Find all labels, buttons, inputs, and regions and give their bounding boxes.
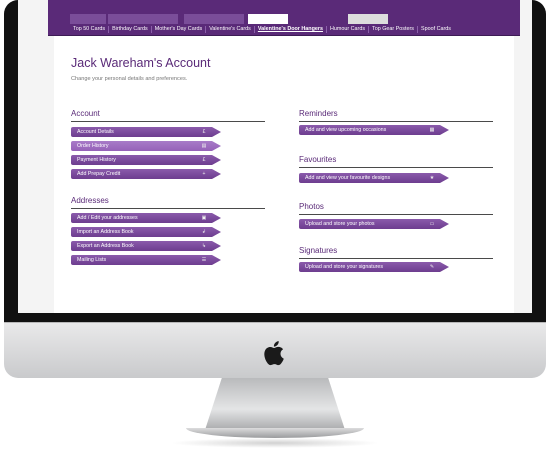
account-divider — [71, 121, 265, 122]
top-tab[interactable] — [108, 14, 178, 24]
star-icon: ★ — [429, 175, 435, 181]
add-edit-addresses-label: Add / Edit your addresses — [77, 215, 138, 221]
reminders-heading: Reminders — [299, 109, 338, 118]
account-details-button[interactable]: Account Details £ — [71, 127, 221, 137]
add-prepay-credit-button[interactable]: Add Prepay Credit + — [71, 169, 221, 179]
list-icon: ☰ — [201, 257, 207, 263]
category-link-mothers-day-cards[interactable]: Mother's Day Cards — [152, 26, 207, 33]
monitor-shadow — [170, 438, 380, 448]
export-address-book-button[interactable]: Export an Address Book ↳ — [71, 241, 221, 251]
category-link-top-gear-posters[interactable]: Top Gear Posters — [369, 26, 418, 33]
top-tab[interactable] — [184, 14, 244, 24]
upcoming-occasions-button[interactable]: Add and view upcoming occasions ▦ — [299, 125, 449, 135]
document-icon: ▤ — [201, 143, 207, 149]
upload-signatures-button[interactable]: Upload and store your signatures ✎ — [299, 262, 449, 272]
addresses-heading: Addresses — [71, 196, 109, 205]
export-icon: ↳ — [201, 243, 207, 249]
payment-history-label: Payment History — [77, 157, 116, 163]
export-address-book-label: Export an Address Book — [77, 243, 134, 249]
monitor-foot — [186, 428, 364, 438]
signatures-divider — [299, 258, 493, 259]
favourite-designs-button[interactable]: Add and view your favourite designs ★ — [299, 173, 449, 183]
top-search-box[interactable] — [248, 14, 288, 24]
order-history-label: Order History — [77, 143, 109, 149]
top-tab[interactable] — [348, 14, 388, 24]
category-navigation: Top 50 Cards Birthday Cards Mother's Day… — [48, 24, 520, 36]
add-prepay-credit-label: Add Prepay Credit — [77, 171, 121, 177]
mailing-lists-button[interactable]: Mailing Lists ☰ — [71, 255, 221, 265]
favourites-divider — [299, 167, 493, 168]
import-icon: ↲ — [201, 229, 207, 235]
category-link-valentines-door-hangers[interactable]: Valentine's Door Hangers — [255, 26, 327, 33]
import-address-book-label: Import an Address Book — [77, 229, 134, 235]
reminders-divider — [299, 121, 493, 122]
import-address-book-button[interactable]: Import an Address Book ↲ — [71, 227, 221, 237]
upcoming-occasions-label: Add and view upcoming occasions — [305, 127, 387, 133]
top-navigation-bar — [48, 0, 520, 24]
account-page: Jack Wareham's Account Change your perso… — [54, 36, 514, 313]
payment-history-button[interactable]: Payment History £ — [71, 155, 221, 165]
category-link-valentines-cards[interactable]: Valentine's Cards — [206, 26, 255, 33]
add-edit-addresses-button[interactable]: Add / Edit your addresses ▣ — [71, 213, 221, 223]
top-tab[interactable] — [70, 14, 106, 24]
calendar-icon: ▦ — [429, 127, 435, 133]
photos-divider — [299, 214, 493, 215]
upload-photos-button[interactable]: Upload and store your photos ▭ — [299, 219, 449, 229]
account-heading: Account — [71, 109, 100, 118]
category-link-top-50-cards[interactable]: Top 50 Cards — [70, 26, 110, 33]
category-link-birthday-cards[interactable]: Birthday Cards — [109, 26, 152, 33]
pound-document-icon: £ — [202, 157, 206, 163]
addresses-divider — [71, 208, 265, 209]
favourites-heading: Favourites — [299, 155, 337, 164]
pen-icon: ✎ — [429, 264, 435, 270]
signatures-heading: Signatures — [299, 246, 338, 255]
category-link-humour-cards[interactable]: Humour Cards — [327, 26, 370, 33]
pound-icon: £ — [202, 129, 206, 135]
account-details-label: Account Details — [77, 129, 114, 135]
add-credit-icon: + — [202, 171, 206, 177]
monitor-stand — [205, 378, 345, 430]
category-link-spoof-cards[interactable]: Spoof Cards — [418, 26, 454, 33]
upload-photos-label: Upload and store your photos — [305, 221, 375, 227]
page-title: Jack Wareham's Account — [71, 56, 211, 70]
order-history-button[interactable]: Order History ▤ — [71, 141, 221, 151]
photo-icon: ▭ — [429, 221, 435, 227]
address-card-icon: ▣ — [201, 215, 207, 221]
photos-heading: Photos — [299, 202, 324, 211]
upload-signatures-label: Upload and store your signatures — [305, 264, 384, 270]
favourite-designs-label: Add and view your favourite designs — [305, 175, 391, 181]
page-subtitle: Change your personal details and prefere… — [71, 76, 188, 82]
apple-logo-icon — [264, 341, 284, 366]
mailing-lists-label: Mailing Lists — [77, 257, 107, 263]
screen: Top 50 Cards Birthday Cards Mother's Day… — [18, 0, 532, 313]
